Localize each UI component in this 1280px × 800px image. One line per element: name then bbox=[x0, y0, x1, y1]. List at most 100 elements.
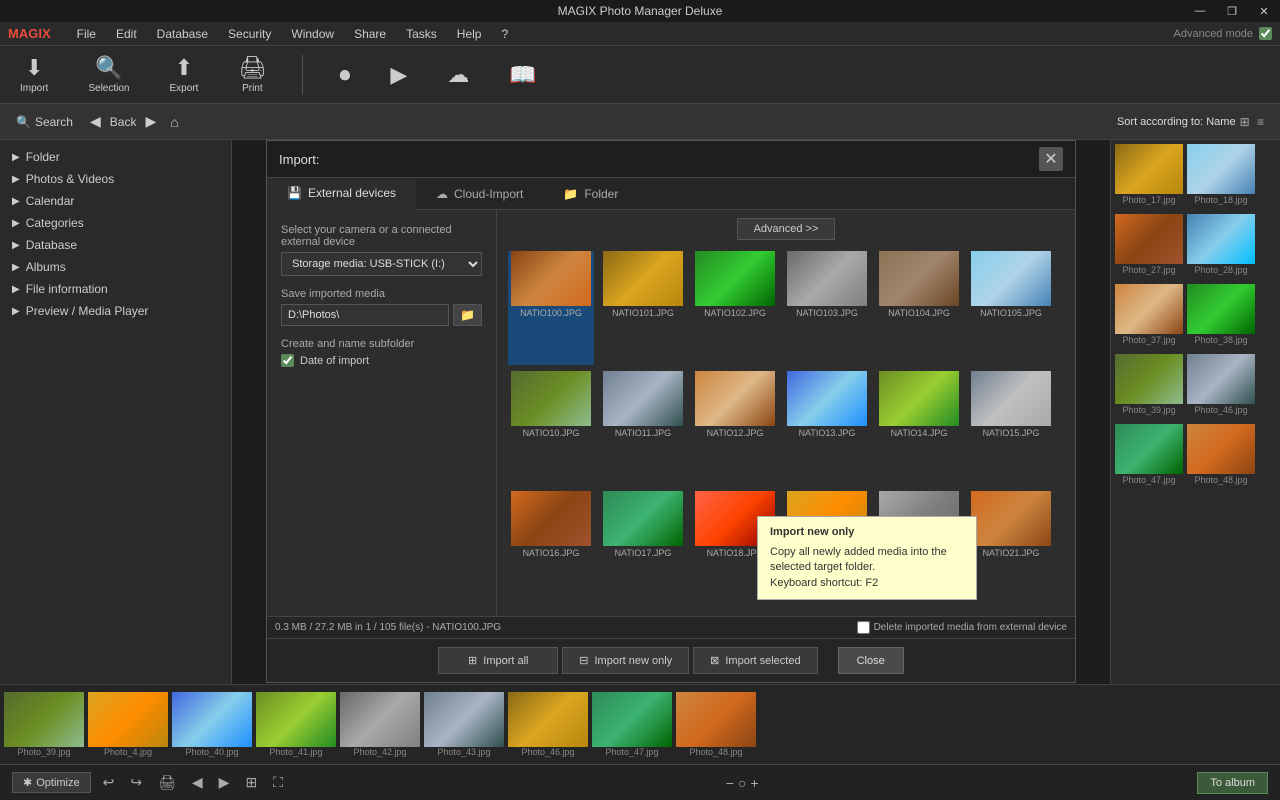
strip-item[interactable]: Photo_46.jpg bbox=[508, 692, 588, 757]
strip-item[interactable]: Photo_43.jpg bbox=[424, 692, 504, 757]
grid-item[interactable]: NATIO10.JPG bbox=[508, 371, 594, 485]
right-panel-photo[interactable]: Photo_48.jpg bbox=[1187, 424, 1255, 486]
grid-item[interactable]: NATIO12.JPG bbox=[692, 371, 778, 485]
record-button[interactable]: ⏺ bbox=[331, 58, 358, 92]
back-button[interactable]: ◀ bbox=[85, 111, 106, 132]
grid-view-button[interactable]: ⊞ bbox=[1240, 115, 1250, 129]
menu-question[interactable]: ? bbox=[491, 25, 518, 43]
strip-item[interactable]: Photo_47.jpg bbox=[592, 692, 672, 757]
right-panel-photo[interactable]: Photo_28.jpg bbox=[1187, 214, 1255, 276]
grid-item[interactable]: NATIO103.JPG bbox=[784, 251, 870, 365]
grid-item[interactable]: NATIO102.JPG bbox=[692, 251, 778, 365]
strip-item[interactable]: Photo_4.jpg bbox=[88, 692, 168, 757]
close-dialog-button[interactable]: Close bbox=[838, 647, 904, 674]
selection-button[interactable]: 🔍 Selection bbox=[80, 51, 137, 98]
to-album-button[interactable]: To album bbox=[1197, 772, 1268, 794]
grid-item[interactable]: NATIO104.JPG bbox=[876, 251, 962, 365]
close-window-button[interactable]: ✕ bbox=[1248, 0, 1280, 22]
date-of-import-checkbox[interactable] bbox=[281, 354, 294, 367]
back-label[interactable]: Back bbox=[110, 115, 137, 129]
menu-edit[interactable]: Edit bbox=[106, 25, 147, 43]
zoom-out-button[interactable]: − bbox=[726, 775, 734, 791]
import-all-button[interactable]: ⊞ Import all bbox=[438, 647, 558, 674]
optimize-button[interactable]: ✱ Optimize bbox=[12, 772, 91, 793]
grid-item[interactable]: NATIO14.JPG bbox=[876, 371, 962, 485]
sidebar-item-categories[interactable]: ▶ Categories bbox=[0, 212, 231, 234]
storage-media-select[interactable]: Storage media: USB-STICK (I:) bbox=[281, 252, 482, 276]
play-button[interactable]: ▶ bbox=[382, 58, 415, 92]
forward-button[interactable]: ▶ bbox=[140, 111, 161, 132]
export-button[interactable]: ⬆ Export bbox=[161, 51, 206, 98]
fullscreen-button[interactable]: ⛶ bbox=[269, 772, 287, 793]
minimize-button[interactable]: — bbox=[1184, 0, 1216, 22]
list-view-button[interactable]: ≡ bbox=[1257, 115, 1264, 129]
menu-security[interactable]: Security bbox=[218, 25, 281, 43]
content-area: Import: ✕ 💾 External devices ☁ Cloud-Imp… bbox=[232, 140, 1110, 684]
forward-nav-button[interactable]: ▶ bbox=[215, 772, 234, 793]
right-panel-photo[interactable]: Photo_38.jpg bbox=[1187, 284, 1255, 346]
book-button[interactable]: 📖 bbox=[501, 58, 544, 92]
sidebar-item-database[interactable]: ▶ Database bbox=[0, 234, 231, 256]
cloud-button[interactable]: ☁ bbox=[439, 58, 477, 92]
undo-button[interactable]: ↩ bbox=[99, 772, 119, 793]
right-panel-photo[interactable]: Photo_46.jpg bbox=[1187, 354, 1255, 416]
browse-folder-button[interactable]: 📁 bbox=[453, 304, 482, 326]
home-button[interactable]: ⌂ bbox=[165, 112, 183, 132]
back-nav-button[interactable]: ◀ bbox=[188, 772, 207, 793]
right-panel-photo[interactable]: Photo_39.jpg bbox=[1115, 354, 1183, 416]
tab-folder[interactable]: 📁 Folder bbox=[543, 178, 638, 209]
right-panel-photo[interactable]: Photo_27.jpg bbox=[1115, 214, 1183, 276]
grid-item[interactable]: NATIO13.JPG bbox=[784, 371, 870, 485]
grid-item[interactable]: NATIO21.JPG bbox=[968, 491, 1054, 605]
delete-media-checkbox[interactable] bbox=[857, 621, 870, 634]
print-bottom-button[interactable]: 🖨 bbox=[154, 772, 180, 793]
grid-bottom-button[interactable]: ⊞ bbox=[241, 772, 261, 793]
right-panel-photo[interactable]: Photo_17.jpg bbox=[1115, 144, 1183, 206]
grid-item[interactable]: NATIO101.JPG bbox=[600, 251, 686, 365]
import-button[interactable]: ⬇ Import bbox=[12, 51, 56, 98]
sidebar-item-calendar[interactable]: ▶ Calendar bbox=[0, 190, 231, 212]
print-button[interactable]: 🖨 Print bbox=[230, 51, 274, 98]
dialog-close-button[interactable]: ✕ bbox=[1039, 147, 1063, 171]
grid-item[interactable]: NATIO15.JPG bbox=[968, 371, 1054, 485]
right-panel-photo[interactable]: Photo_37.jpg bbox=[1115, 284, 1183, 346]
redo-button[interactable]: ↪ bbox=[126, 772, 146, 793]
grid-item[interactable]: NATIO16.JPG bbox=[508, 491, 594, 605]
grid-item[interactable]: NATIO105.JPG bbox=[968, 251, 1054, 365]
strip-item[interactable]: Photo_39.jpg bbox=[4, 692, 84, 757]
sidebar-item-preview[interactable]: ▶ Preview / Media Player bbox=[0, 300, 231, 322]
import-selected-button[interactable]: ⊠ Import selected bbox=[693, 647, 817, 674]
menu-share[interactable]: Share bbox=[344, 25, 396, 43]
zoom-slider[interactable]: ○ bbox=[738, 775, 746, 791]
strip-item[interactable]: Photo_42.jpg bbox=[340, 692, 420, 757]
advanced-button[interactable]: Advanced >> bbox=[737, 218, 836, 240]
sidebar-item-photos-videos[interactable]: ▶ Photos & Videos bbox=[0, 168, 231, 190]
tab-external-devices[interactable]: 💾 External devices bbox=[267, 178, 416, 210]
strip-item[interactable]: Photo_48.jpg bbox=[676, 692, 756, 757]
right-panel-photo[interactable]: Photo_18.jpg bbox=[1187, 144, 1255, 206]
app-title: MAGIX Photo Manager Deluxe bbox=[558, 4, 723, 18]
restore-button[interactable]: ❐ bbox=[1216, 0, 1248, 22]
strip-item[interactable]: Photo_41.jpg bbox=[256, 692, 336, 757]
menu-database[interactable]: Database bbox=[147, 25, 218, 43]
tab-cloud-import[interactable]: ☁ Cloud-Import bbox=[416, 178, 543, 209]
import-new-only-button[interactable]: ⊟ Import new only bbox=[562, 647, 689, 674]
grid-item[interactable]: NATIO17.JPG bbox=[600, 491, 686, 605]
save-path-input[interactable] bbox=[281, 304, 449, 326]
menu-tasks[interactable]: Tasks bbox=[396, 25, 447, 43]
advanced-mode-checkbox[interactable] bbox=[1259, 27, 1272, 40]
import-icon: ⬇ bbox=[25, 55, 43, 81]
sidebar-item-file-info[interactable]: ▶ File information bbox=[0, 278, 231, 300]
grid-item[interactable]: NATIO100.JPG bbox=[508, 251, 594, 365]
menu-window[interactable]: Window bbox=[281, 25, 344, 43]
menu-help[interactable]: Help bbox=[447, 25, 492, 43]
menu-file[interactable]: File bbox=[67, 25, 106, 43]
grid-item[interactable]: NATIO11.JPG bbox=[600, 371, 686, 485]
sidebar-photos-label: Photos & Videos bbox=[26, 172, 115, 186]
sidebar-item-albums[interactable]: ▶ Albums bbox=[0, 256, 231, 278]
zoom-in-button[interactable]: + bbox=[750, 775, 758, 791]
sidebar-item-folder[interactable]: ▶ Folder bbox=[0, 146, 231, 168]
right-panel-photo[interactable]: Photo_47.jpg bbox=[1115, 424, 1183, 486]
search-button[interactable]: 🔍 Search bbox=[8, 112, 81, 132]
strip-item[interactable]: Photo_40.jpg bbox=[172, 692, 252, 757]
